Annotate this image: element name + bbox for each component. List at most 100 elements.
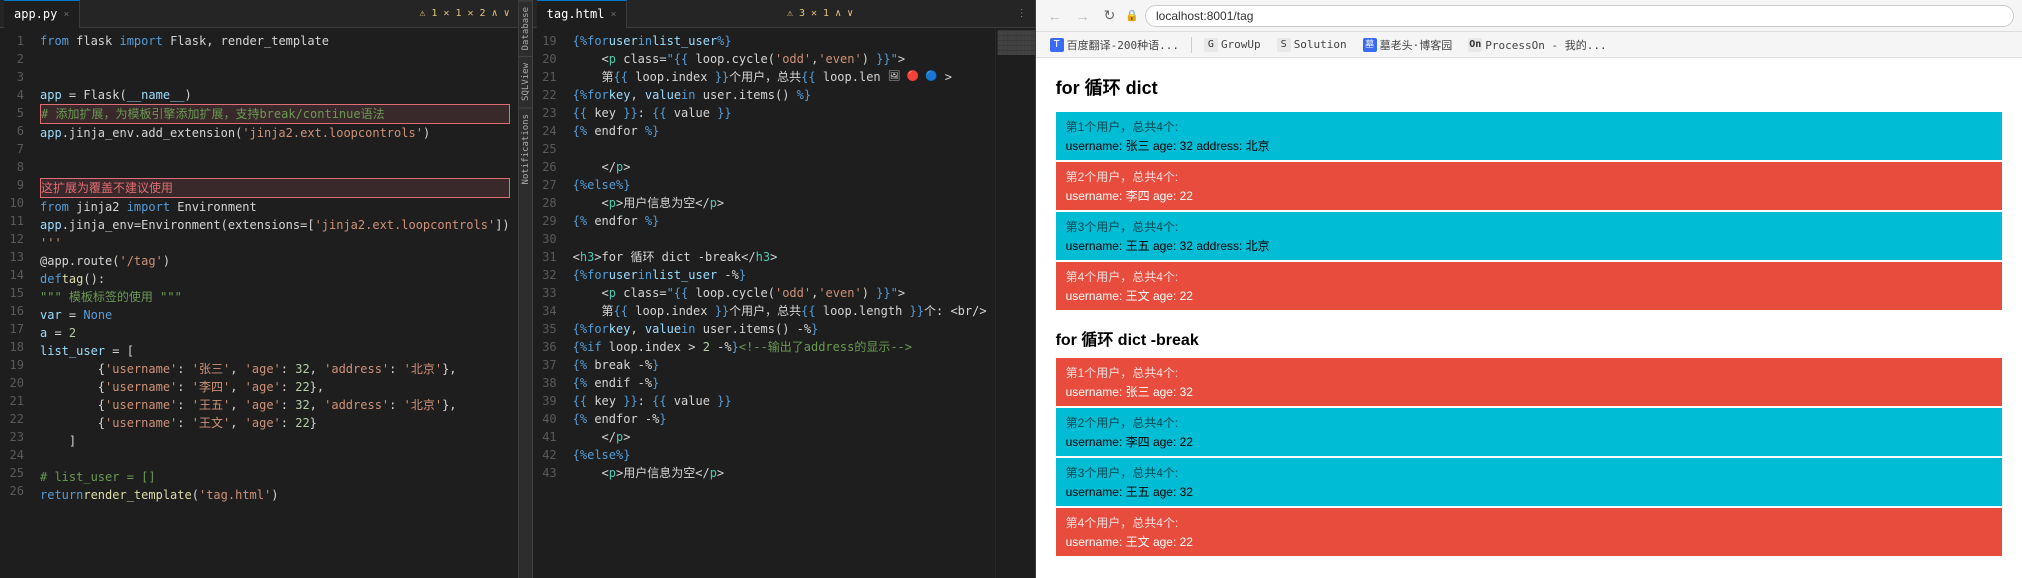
rline-num-35: 35: [537, 320, 557, 338]
bookmark-solution[interactable]: S Solution: [1271, 36, 1353, 54]
right-editor-panel: tag.html × ⚠ 3 ✕ 1 ∧ ∨ ⋮ 19 20 21 22 23 …: [533, 0, 1036, 578]
tab-app-py[interactable]: app.py ×: [4, 0, 80, 28]
left-editor-content: 1 2 3 4 5 6 7 8 9 10 11 12 13 14 15 16 1…: [0, 28, 518, 578]
rline-num-31: 31: [537, 248, 557, 266]
line-num-13: 13: [4, 248, 24, 266]
bookmark-solution-label: Solution: [1294, 38, 1347, 51]
back-button[interactable]: ←: [1044, 6, 1066, 26]
browser-bookmarks-bar: T 百度翻译-200种语... G GrowUp S Solution 墓 墓老…: [1036, 32, 2022, 58]
line-num-9: 9: [4, 176, 24, 194]
bookmark-mublog-label: 墓老头·博客园: [1380, 37, 1453, 53]
tab-tag-html[interactable]: tag.html ×: [537, 0, 628, 28]
user-card-s2-1: 第2个用户，总共4个: username: 李四 age: 22: [1056, 408, 2002, 456]
line-num-12: 12: [4, 230, 24, 248]
tab-tag-html-label: tag.html: [547, 7, 605, 21]
user-info-s1-2: username: 王五 age: 32 address: 北京: [1066, 237, 1992, 254]
line-num-24: 24: [4, 446, 24, 464]
code-line-9: 这扩展为覆盖不建议使用: [40, 178, 510, 198]
rcode-line-36: {% if loop.index > 2 -%} <!--输出了address的…: [573, 338, 987, 356]
user-label-s2-0: 第1个用户，总共4个:: [1066, 364, 1992, 381]
bookmark-growup[interactable]: G GrowUp: [1198, 36, 1267, 54]
code-line-22: {'username': '王文', 'age': 22}: [40, 414, 510, 432]
bookmark-growup-icon: G: [1204, 38, 1218, 52]
side-panel-notifications[interactable]: Notifications: [519, 107, 532, 190]
rcode-line-40: {% endfor -%}: [573, 410, 987, 428]
rcode-line-41: </p>: [573, 428, 987, 446]
user-info-s2-0: username: 张三 age: 32: [1066, 383, 1992, 400]
rcode-line-19: {% for user in list_user %}: [573, 32, 987, 50]
left-tab-bar: app.py × ⚠ 1 ✕ 1 ✕ 2 ∧ ∨: [0, 0, 518, 28]
browser-toolbar: ← → ↻ 🔒: [1036, 0, 2022, 32]
tab-tag-html-close[interactable]: ×: [610, 9, 616, 20]
code-line-14: def tag():: [40, 270, 510, 288]
code-line-13: @app.route('/tag'): [40, 252, 510, 270]
rline-num-34: 34: [537, 302, 557, 320]
user-label-s2-2: 第3个用户，总共4个:: [1066, 464, 1992, 481]
side-panel-database[interactable]: Database: [519, 0, 532, 56]
browser-panel: ← → ↻ 🔒 T 百度翻译-200种语... G GrowUp S Solut…: [1036, 0, 2022, 578]
warning-count-left: ⚠ 1 ✕ 1 ✕ 2 ∧ ∨: [419, 8, 509, 19]
rcode-line-42: {% else %}: [573, 446, 987, 464]
bookmark-processon-label: ProcessOn - 我的...: [1485, 37, 1606, 53]
rcode-line-35: {% for key, value in user.items() -%}: [573, 320, 987, 338]
line-num-14: 14: [4, 266, 24, 284]
rline-num-39: 39: [537, 392, 557, 410]
rcode-line-23: {{ key }}: {{ value }}: [573, 104, 987, 122]
rcode-line-37: {% break -%}: [573, 356, 987, 374]
rline-num-20: 20: [537, 50, 557, 68]
rcode-line-20: <p class="{{ loop.cycle('odd','even') }}…: [573, 50, 987, 68]
bookmark-baidu-label: 百度翻译-200种语...: [1067, 37, 1179, 53]
rline-num-25: 25: [537, 140, 557, 158]
rcode-line-22: {% for key, value in user.items() %}: [573, 86, 987, 104]
left-editor-panel: app.py × ⚠ 1 ✕ 1 ✕ 2 ∧ ∨ 1 2 3 4 5 6 7 8…: [0, 0, 519, 578]
user-label-s1-0: 第1个用户，总共4个:: [1066, 118, 1992, 135]
tab-app-py-close[interactable]: ×: [63, 9, 69, 20]
code-line-19: {'username': '张三', 'age': 32, 'address':…: [40, 360, 510, 378]
code-line-20: {'username': '李四', 'age': 22},: [40, 378, 510, 396]
warning-count-right: ⚠ 3 ✕ 1 ∧ ∨: [787, 8, 853, 19]
line-num-8: 8: [4, 158, 24, 176]
user-label-s2-1: 第2个用户，总共4个:: [1066, 414, 1992, 431]
bookmark-baidu-icon: T: [1050, 38, 1064, 52]
user-card-s1-2: 第3个用户，总共4个: username: 王五 age: 32 address…: [1056, 212, 2002, 260]
forward-button[interactable]: →: [1072, 6, 1094, 26]
rline-num-19: 19: [537, 32, 557, 50]
rline-num-36: 36: [537, 338, 557, 356]
bookmark-sep-1: [1191, 37, 1192, 53]
code-line-21: {'username': '王五', 'age': 32, 'address':…: [40, 396, 510, 414]
rcode-line-38: {% endif -%}: [573, 374, 987, 392]
section1-title: for 循环 dict: [1056, 74, 2002, 100]
left-code-area[interactable]: from flask import Flask, render_template…: [32, 28, 518, 578]
code-line-10: from jinja2 import Environment: [40, 198, 510, 216]
rline-num-40: 40: [537, 410, 557, 428]
rline-num-33: 33: [537, 284, 557, 302]
line-num-11: 11: [4, 212, 24, 230]
lock-icon: 🔒: [1125, 9, 1139, 22]
right-code-area[interactable]: {% for user in list_user %} <p class="{{…: [565, 28, 995, 578]
minimap-toggle[interactable]: ⋮: [1017, 8, 1027, 19]
rcode-line-39: {{ key }}: {{ value }}: [573, 392, 987, 410]
left-tab-gutter: ⚠ 1 ✕ 1 ✕ 2 ∧ ∨: [419, 8, 513, 19]
line-num-18: 18: [4, 338, 24, 356]
refresh-button[interactable]: ↻: [1100, 5, 1120, 26]
side-panel-sqlview[interactable]: SQLView: [519, 56, 532, 107]
line-num-4: 4: [4, 86, 24, 104]
user-info-s2-2: username: 王五 age: 32: [1066, 483, 1992, 500]
rcode-line-24: {% endfor %}: [573, 122, 987, 140]
tab-app-py-label: app.py: [14, 7, 57, 21]
rcode-line-34: 第{{ loop.index }}个用户，总共{{ loop.length }}…: [573, 302, 987, 320]
address-bar[interactable]: [1145, 5, 2014, 27]
rline-num-28: 28: [537, 194, 557, 212]
line-num-19: 19: [4, 356, 24, 374]
user-label-s1-1: 第2个用户，总共4个:: [1066, 168, 1992, 185]
line-num-5: 5: [4, 104, 24, 122]
code-line-12: ''': [40, 234, 510, 252]
bookmark-mublog[interactable]: 墓 墓老头·博客园: [1357, 35, 1459, 55]
side-panels: Database SQLView Notifications: [519, 0, 533, 578]
user-card-s2-3: 第4个用户，总共4个: username: 王文 age: 22: [1056, 508, 2002, 556]
rcode-line-31: <h3>for 循环 dict -break</h3>: [573, 248, 987, 266]
bookmark-processon[interactable]: On ProcessOn - 我的...: [1462, 35, 1612, 55]
right-editor-content: 19 20 21 22 23 24 25 26 27 28 29 30 31 3…: [533, 28, 1035, 578]
bookmark-baidu-translate[interactable]: T 百度翻译-200种语...: [1044, 35, 1185, 55]
rline-num-42: 42: [537, 446, 557, 464]
